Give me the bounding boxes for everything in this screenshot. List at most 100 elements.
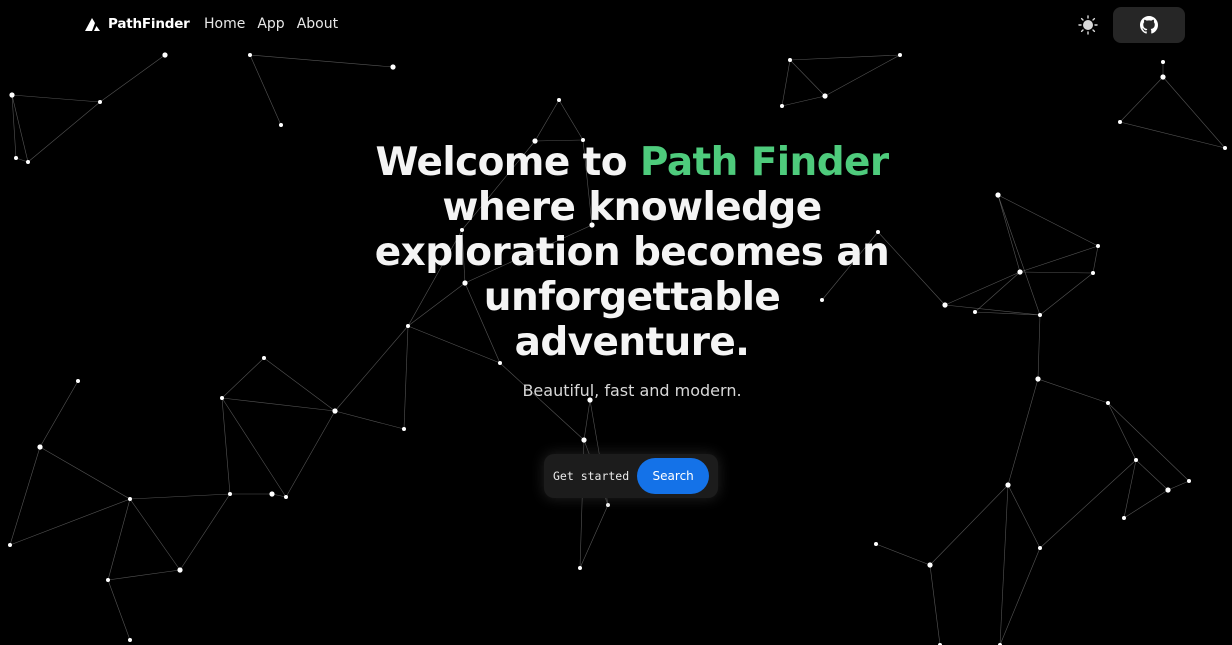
network-node — [898, 53, 902, 57]
network-node — [1035, 376, 1041, 382]
network-edge — [558, 99, 584, 141]
network-edge — [1123, 459, 1137, 519]
network-edge — [1107, 402, 1137, 461]
network-edge — [1007, 484, 1041, 549]
network-edge — [27, 101, 101, 163]
network-edge — [249, 54, 282, 126]
network-node — [1091, 271, 1095, 275]
network-edge — [534, 99, 560, 142]
nav-link-app[interactable]: App — [257, 16, 284, 32]
network-node — [332, 408, 338, 414]
network-node — [390, 64, 396, 70]
network-node — [1118, 120, 1122, 124]
network-node — [1161, 60, 1165, 64]
network-node — [1187, 479, 1191, 483]
brand-name: PathFinder — [108, 16, 190, 32]
network-edge — [1092, 245, 1099, 274]
network-node — [128, 497, 132, 501]
network-edge — [789, 59, 826, 97]
network-node — [1165, 487, 1171, 493]
get-started-button[interactable]: Get started — [553, 469, 629, 483]
network-node — [279, 123, 283, 127]
network-node — [14, 156, 18, 160]
network-node — [26, 160, 30, 164]
network-edge — [39, 446, 131, 500]
network-edge — [334, 410, 405, 430]
network-edge — [1107, 402, 1190, 482]
network-edge — [107, 498, 131, 581]
network-edge — [9, 446, 41, 546]
network-node — [578, 566, 582, 570]
network-edge — [974, 311, 1041, 316]
nav-link-about[interactable]: About — [297, 16, 338, 32]
network-node — [162, 52, 168, 58]
brand-logo[interactable]: PathFinder — [84, 15, 190, 33]
network-edge — [583, 399, 591, 441]
network-node — [1122, 516, 1126, 520]
network-node — [788, 58, 792, 62]
network-node — [248, 53, 252, 57]
network-node — [557, 98, 561, 102]
network-node — [1017, 269, 1023, 275]
network-edge — [781, 95, 826, 107]
network-node — [37, 444, 43, 450]
github-button[interactable] — [1113, 7, 1185, 43]
network-node — [995, 192, 1001, 198]
nav-link-home[interactable]: Home — [204, 16, 245, 32]
network-node — [581, 437, 587, 443]
network-node — [942, 302, 948, 308]
network-edge — [249, 54, 394, 68]
network-node — [269, 491, 275, 497]
search-button[interactable]: Search — [637, 458, 710, 494]
network-edge — [824, 54, 901, 97]
network-edge — [1162, 76, 1226, 149]
network-node — [1160, 74, 1166, 80]
network-edge — [11, 94, 101, 103]
network-edge — [944, 271, 1021, 306]
cta-group: Get started Search — [544, 454, 718, 498]
network-edge — [99, 54, 166, 103]
theme-toggle-button[interactable] — [1076, 13, 1100, 37]
network-edge — [1119, 76, 1164, 123]
network-edge — [221, 397, 336, 412]
network-edge — [789, 54, 901, 61]
top-navbar: PathFinder Home App About — [0, 0, 1232, 50]
network-edge — [999, 547, 1041, 645]
hero-subtitle: Beautiful, fast and modern. — [522, 381, 742, 400]
network-node — [9, 92, 15, 98]
network-edge — [1037, 378, 1109, 404]
network-edge — [129, 498, 181, 571]
network-edge — [1019, 245, 1099, 273]
network-edge — [929, 484, 1009, 566]
network-node — [8, 543, 12, 547]
network-edge — [781, 59, 791, 107]
network-node — [128, 638, 132, 642]
logo-icon — [85, 18, 100, 31]
network-edge — [179, 493, 231, 571]
network-node — [822, 93, 828, 99]
headline-prefix: Welcome to — [375, 140, 640, 185]
network-edge — [875, 543, 931, 566]
network-edge — [9, 498, 131, 546]
headline-rest: where knowledge exploration becomes an u… — [374, 185, 890, 365]
network-node — [228, 492, 232, 496]
network-node — [76, 379, 80, 383]
network-node — [927, 562, 933, 568]
network-edge — [944, 304, 1041, 316]
network-edge — [129, 493, 231, 500]
network-edge — [1039, 459, 1137, 549]
network-edge — [285, 410, 336, 498]
network-edge — [579, 504, 609, 569]
hero-section: Welcome to Path Finder where knowledge e… — [360, 140, 904, 400]
network-edge — [221, 397, 287, 498]
network-node — [1096, 244, 1100, 248]
network-edge — [1007, 378, 1039, 486]
network-edge — [221, 397, 231, 495]
network-edge — [1019, 271, 1094, 274]
network-edge — [39, 380, 79, 448]
nav-links: Home App About — [204, 16, 338, 32]
network-node — [284, 495, 288, 499]
network-node — [780, 104, 784, 108]
hero-headline: Welcome to Path Finder where knowledge e… — [360, 140, 904, 365]
network-edge — [1167, 480, 1190, 491]
